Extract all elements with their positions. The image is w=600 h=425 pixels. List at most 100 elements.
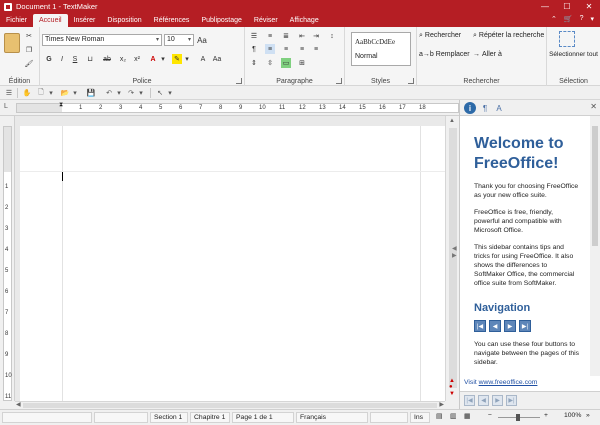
pointer-icon[interactable]: ↖ — [155, 88, 165, 98]
sort-icon[interactable]: ↕ — [327, 31, 337, 41]
tab-publipostage[interactable]: Publipostage — [195, 14, 247, 27]
previous-page-icon[interactable]: ◀ — [489, 320, 501, 332]
highlight-icon[interactable]: ✎ — [172, 54, 182, 64]
document-page[interactable] — [20, 126, 445, 401]
clear-format-icon[interactable]: A — [198, 54, 208, 64]
next-page-icon[interactable]: ▶ — [504, 320, 516, 332]
paste-icon[interactable] — [4, 33, 20, 53]
decrease-indent-icon[interactable]: ⇤ — [297, 31, 307, 41]
horizontal-scroll-thumb[interactable] — [23, 403, 437, 408]
help-icon[interactable]: ? — [580, 15, 584, 23]
maximize-icon[interactable]: ☐ — [556, 0, 578, 13]
find-button[interactable]: ⌕ Rechercher — [419, 32, 461, 40]
info-icon[interactable]: i — [464, 102, 476, 114]
scroll-left-icon[interactable]: ◀ — [16, 401, 21, 408]
underline-icon[interactable]: S — [70, 54, 80, 64]
browse-object-icon[interactable]: ● — [449, 384, 453, 390]
increase-indent-icon[interactable]: ⇥ — [311, 31, 321, 41]
strikethrough-icon[interactable]: ab — [102, 54, 112, 64]
hand-icon[interactable]: ✋ — [22, 88, 32, 98]
minimize-icon[interactable]: — — [534, 0, 556, 13]
cart-icon[interactable]: 🛒 — [564, 15, 573, 23]
sidebar-toggle[interactable]: ◀ ▶ — [452, 245, 459, 275]
numbering-icon[interactable]: ≡ — [265, 31, 275, 41]
font-size-change-icon[interactable]: Aa — [197, 35, 207, 45]
scroll-right-icon[interactable]: ▶ — [439, 401, 444, 408]
tab-disposition[interactable]: Disposition — [101, 14, 147, 27]
font-color-icon[interactable]: A — [148, 54, 158, 64]
zoom-out-icon[interactable]: − — [488, 412, 492, 419]
horizontal-scrollbar[interactable]: ◀ ▶ — [15, 401, 445, 409]
page-view-icon[interactable]: ▤ — [436, 412, 442, 420]
tab-references[interactable]: Références — [148, 14, 196, 27]
chevron-down-icon[interactable]: ▾ — [46, 88, 56, 98]
format-painter-icon[interactable]: 🖌 — [24, 59, 34, 69]
select-all-icon[interactable] — [559, 31, 575, 47]
save-icon[interactable]: 💾 — [86, 88, 96, 98]
ruler-track[interactable]: ⧗ 1 2 3 4 5 6 7 8 9 10 11 12 13 14 15 16 17 18 — [16, 102, 459, 113]
repeat-search-button[interactable]: ⌕ Répéter la recherche — [473, 32, 544, 40]
document-canvas[interactable] — [15, 116, 445, 401]
close-icon[interactable]: ✕ — [590, 102, 597, 111]
chevron-down-icon[interactable]: ▾ — [114, 88, 124, 98]
tab-accueil[interactable]: Accueil — [33, 14, 68, 27]
close-icon[interactable]: ✕ — [578, 0, 600, 13]
new-document-icon[interactable]: 🗋 — [36, 88, 46, 98]
paragraph-spacing-icon[interactable]: ⇳ — [265, 58, 275, 68]
previous-page-icon[interactable]: ◀ — [478, 395, 489, 406]
outline-view-icon[interactable]: ▦ — [464, 412, 470, 420]
tab-stop-icon[interactable]: L — [4, 103, 8, 110]
zoom-level[interactable]: 100% — [564, 412, 581, 419]
justify-icon[interactable]: ≡ — [311, 44, 321, 54]
sidebar-scroll-thumb[interactable] — [592, 126, 598, 246]
next-page-icon[interactable]: ▶ — [492, 395, 503, 406]
status-mode[interactable]: Ins — [410, 412, 430, 423]
indent-marker-icon[interactable]: ⧗ — [59, 102, 63, 109]
align-center-icon[interactable]: ≡ — [281, 44, 291, 54]
multilevel-list-icon[interactable]: ≣ — [281, 31, 291, 41]
select-all-label[interactable]: Sélectionner tout — [547, 51, 600, 59]
tab-fichier[interactable]: Fichier — [0, 14, 33, 27]
website-link[interactable]: Visit www.freeoffice.com — [464, 379, 537, 386]
chevron-down-icon[interactable]: ▾ — [70, 88, 80, 98]
replace-button[interactable]: a→b Remplacer — [419, 51, 470, 58]
shading-icon[interactable]: ▭ — [281, 58, 291, 68]
styles-launcher-icon[interactable] — [408, 78, 414, 84]
character-style-icon[interactable]: A — [493, 102, 505, 114]
align-right-icon[interactable]: ≡ — [297, 44, 307, 54]
tab-inserer[interactable]: Insérer — [68, 14, 102, 27]
next-page-icon[interactable]: ▼ — [449, 391, 455, 397]
goto-button[interactable]: → Aller à — [473, 51, 502, 58]
superscript-icon[interactable]: x² — [132, 54, 142, 64]
font-name-select[interactable]: Times New Roman ▾ — [42, 34, 162, 46]
last-page-icon[interactable]: ▶| — [506, 395, 517, 406]
copy-icon[interactable]: ❐ — [24, 45, 34, 55]
case-icon[interactable]: Aa — [212, 54, 222, 64]
redo-icon[interactable]: ↷ — [126, 88, 136, 98]
font-size-select[interactable]: 10 ▾ — [164, 34, 194, 46]
collapse-ribbon-icon[interactable]: ⌃ — [551, 15, 557, 23]
underline-dropdown-icon[interactable]: ⊔ — [85, 54, 95, 64]
borders-icon[interactable]: ⊞ — [297, 58, 307, 68]
cut-icon[interactable]: ✂ — [24, 31, 34, 41]
first-page-icon[interactable]: |◀ — [464, 395, 475, 406]
expand-sidebar-icon[interactable]: ▶ — [452, 252, 459, 259]
subscript-icon[interactable]: x₂ — [118, 54, 128, 64]
align-left-icon[interactable]: ≡ — [265, 44, 275, 54]
status-expand-icon[interactable]: » — [586, 412, 590, 419]
hamburger-menu-icon[interactable]: ☰ — [4, 88, 14, 98]
vertical-ruler[interactable]: 1 2 3 4 5 6 7 8 9 10 11 — [0, 116, 15, 401]
dropdown-icon[interactable]: ▾ — [590, 15, 594, 23]
tab-reviser[interactable]: Réviser — [248, 14, 284, 27]
website-link-url[interactable]: www.freeoffice.com — [479, 379, 538, 386]
chevron-down-icon[interactable]: ▾ — [136, 88, 146, 98]
bullets-icon[interactable]: ☰ — [249, 31, 259, 41]
italic-icon[interactable]: I — [57, 54, 67, 64]
continuous-view-icon[interactable]: ▥ — [450, 412, 456, 420]
last-page-icon[interactable]: ▶| — [519, 320, 531, 332]
chevron-down-icon[interactable]: ▾ — [165, 88, 175, 98]
zoom-slider-knob[interactable] — [516, 414, 520, 421]
bold-icon[interactable]: G — [44, 54, 54, 64]
chevron-down-icon[interactable]: ▾ — [158, 54, 168, 64]
first-page-icon[interactable]: |◀ — [474, 320, 486, 332]
